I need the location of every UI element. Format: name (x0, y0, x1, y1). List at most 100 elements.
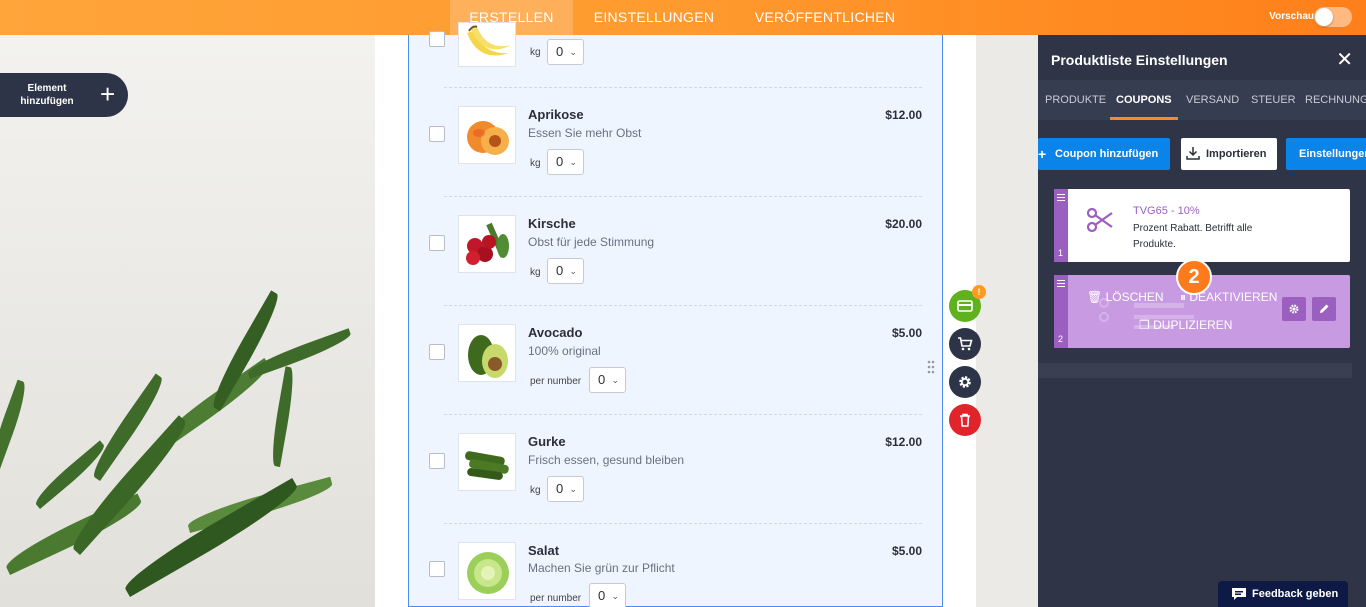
product-checkbox[interactable] (429, 126, 445, 142)
list-item: Gurke Frisch essen, gesund bleiben kg 0 ⌄… (409, 414, 942, 523)
delete-coupon-action[interactable]: 🗑 LÖSCHEN (1087, 290, 1164, 304)
plus-icon: + (1038, 146, 1047, 162)
product-checkbox[interactable] (429, 453, 445, 469)
list-item: Salat Machen Sie grün zur Pflicht per nu… (409, 523, 942, 607)
background-photo (0, 35, 375, 607)
divider (444, 414, 922, 415)
cart-tool-button[interactable] (949, 328, 981, 360)
settings-button[interactable]: Einstellungen (1286, 138, 1366, 170)
product-list[interactable]: kg 0 ⌄ Aprikose Essen Sie mehr Obst kg 0 ⌄… (408, 22, 943, 607)
chevron-down-icon: ⌄ (569, 157, 577, 167)
coupon-edit-button[interactable] (1312, 297, 1336, 321)
list-item: Aprikose Essen Sie mehr Obst kg 0 ⌄ $12.0… (409, 87, 942, 196)
chevron-down-icon: ⌄ (569, 266, 577, 276)
tab-versand[interactable]: VERSAND (1186, 80, 1239, 120)
product-description: 100% original (528, 344, 601, 358)
divider (444, 305, 922, 306)
add-element-button[interactable]: Element hinzufügen + (0, 73, 128, 117)
product-unit: kg (530, 158, 541, 169)
divider (444, 87, 922, 88)
chevron-down-icon: ⌄ (611, 591, 619, 601)
settings-tool-button[interactable] (949, 366, 981, 398)
quantity-select[interactable]: 0 ⌄ (547, 476, 584, 502)
warning-badge: ! (972, 285, 986, 299)
copy-icon: ❐ (1139, 318, 1150, 332)
coupon-settings-button[interactable] (1282, 297, 1306, 321)
delete-tool-button[interactable] (949, 404, 981, 436)
divider (444, 523, 922, 524)
add-coupon-label: Coupon hinzufügen (1055, 148, 1159, 160)
product-unit: per number (530, 593, 582, 604)
feedback-button[interactable]: Feedback geben (1218, 581, 1348, 607)
product-price: $5.00 (891, 544, 922, 558)
close-icon[interactable]: ✕ (1336, 47, 1353, 72)
product-image-cherry (458, 215, 516, 273)
gear-icon (959, 376, 971, 388)
drag-handle-icon (1057, 194, 1065, 201)
product-name: Gurke (528, 434, 566, 449)
product-description: Essen Sie mehr Obst (528, 126, 642, 140)
quantity-value: 0 (556, 263, 564, 278)
pencil-icon (1320, 304, 1329, 313)
product-unit: kg (530, 485, 541, 496)
quantity-select[interactable]: 0 ⌄ (547, 39, 584, 65)
feedback-label: Feedback geben (1252, 588, 1339, 600)
product-checkbox[interactable] (429, 31, 445, 47)
plus-icon: + (100, 79, 116, 109)
product-image-lettuce (458, 542, 516, 600)
quantity-select[interactable]: 0 ⌄ (547, 149, 584, 175)
import-button[interactable]: Importieren (1181, 138, 1277, 170)
product-price: $12.00 (885, 108, 922, 122)
product-unit: kg (530, 47, 541, 58)
trash-icon (960, 413, 970, 427)
add-coupon-button[interactable]: + Coupon hinzufügen (1038, 138, 1170, 170)
credit-card-icon (957, 300, 973, 312)
coupon-drag-strip[interactable]: 2 (1054, 275, 1068, 348)
chevron-down-icon: ⌄ (569, 484, 577, 494)
tab-rechnung[interactable]: RECHNUNG (1305, 80, 1366, 120)
download-icon (1186, 147, 1200, 160)
quantity-select[interactable]: 0 ⌄ (589, 583, 626, 607)
chevron-down-icon: ⌄ (611, 375, 619, 385)
product-checkbox[interactable] (429, 561, 445, 577)
drag-handle-icon (1057, 280, 1065, 287)
product-description: Frisch essen, gesund bleiben (528, 453, 685, 467)
coupon-number: 2 (1058, 334, 1064, 344)
quantity-value: 0 (598, 372, 606, 387)
duplicate-label: DUPLIZIEREN (1153, 318, 1233, 332)
tab-produkte[interactable]: PRODUKTE (1045, 80, 1106, 120)
product-unit: per number (530, 376, 582, 387)
quantity-select[interactable]: 0 ⌄ (547, 258, 584, 284)
quantity-select[interactable]: 0 ⌄ (589, 367, 626, 393)
product-checkbox[interactable] (429, 235, 445, 251)
panel-tabs: PRODUKTE COUPONS VERSAND STEUER RECHNUNG (1038, 80, 1366, 120)
quantity-value: 0 (598, 588, 606, 603)
product-unit: kg (530, 267, 541, 278)
preview-toggle[interactable] (1314, 7, 1352, 27)
trash-icon: 🗑 (1087, 290, 1103, 304)
product-price: $5.00 (891, 326, 922, 340)
coupon-description: Prozent Rabatt. Betrifft alle Produkte. (1133, 223, 1253, 250)
tab-steuer[interactable]: STEUER (1251, 80, 1296, 120)
drag-handle-icon[interactable] (927, 360, 935, 374)
divider (444, 196, 922, 197)
preview-label: Vorschau (1269, 11, 1314, 22)
product-name: Aprikose (528, 107, 584, 122)
tab-coupons[interactable]: COUPONS (1110, 80, 1178, 120)
product-checkbox[interactable] (429, 344, 445, 360)
coupon-number: 1 (1058, 248, 1064, 258)
settings-panel: Produktliste Einstellungen ✕ PRODUKTE CO… (1038, 35, 1366, 607)
duplicate-coupon-action[interactable]: ❐ DUPLIZIEREN (1139, 318, 1232, 332)
panel-divider-bar (1038, 363, 1352, 378)
add-element-label: Element hinzufügen (20, 83, 74, 107)
list-item: Avocado 100% original per number 0 ⌄ $5.0… (409, 305, 942, 414)
chevron-down-icon: ⌄ (569, 47, 577, 57)
background-photo-right (976, 35, 1038, 607)
coupon-card[interactable]: 1 TVG65 - 10% Prozent Rabatt. Betrifft a… (1054, 189, 1350, 262)
coupon-drag-strip[interactable]: 1 (1054, 189, 1068, 262)
product-image-apricot (458, 106, 516, 164)
product-image-avocado (458, 324, 516, 382)
product-description: Machen Sie grün zur Pflicht (528, 561, 675, 575)
toggle-knob (1315, 8, 1333, 26)
list-item: kg 0 ⌄ (409, 0, 942, 87)
